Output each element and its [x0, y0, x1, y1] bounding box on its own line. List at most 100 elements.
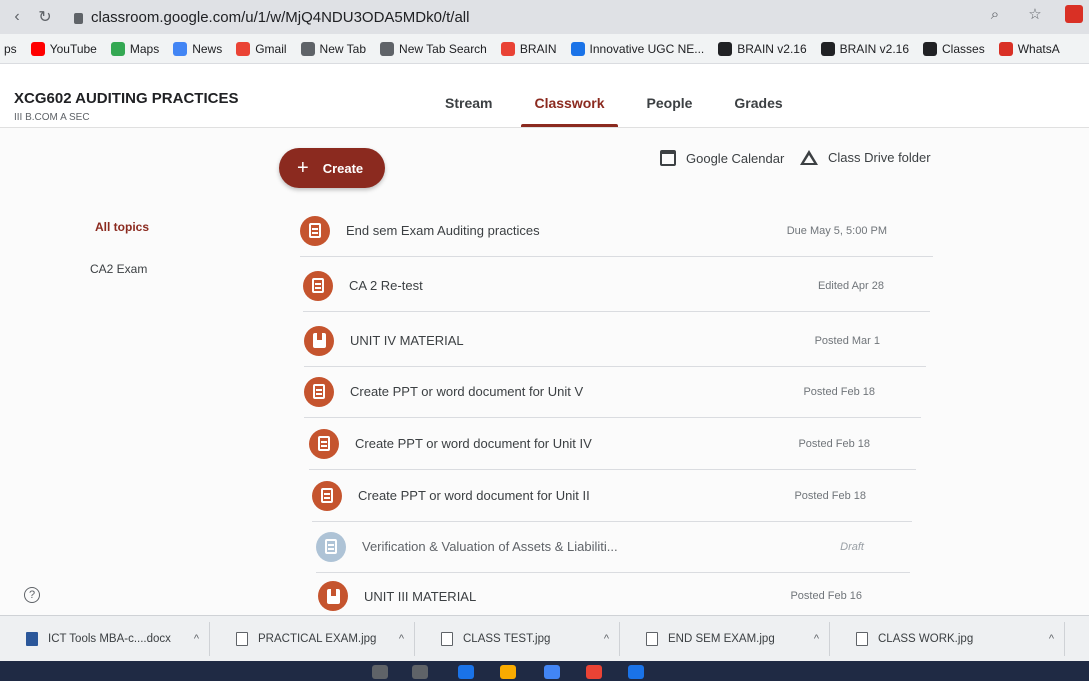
- download-filename: CLASS TEST.jpg: [463, 632, 551, 645]
- taskbar-app-icon[interactable]: [458, 665, 474, 679]
- lock-icon: [74, 12, 83, 24]
- drive-icon: [800, 150, 818, 165]
- bookmark-label: ps: [4, 41, 17, 56]
- item-title: CA 2 Re-test: [349, 278, 423, 293]
- item-title: End sem Exam Auditing practices: [346, 223, 540, 238]
- class-drive-folder-link[interactable]: Class Drive folder: [800, 150, 931, 165]
- bookmark-item[interactable]: YouTube: [30, 41, 97, 56]
- class-drive-label: Class Drive folder: [828, 150, 931, 165]
- classwork-item[interactable]: Create PPT or word document for Unit IV P…: [309, 418, 916, 470]
- download-item[interactable]: CLASS WORK.jpg ^: [830, 621, 1065, 656]
- download-filename: ICT Tools MBA-c....docx: [48, 632, 171, 645]
- draft-status: Draft: [840, 540, 864, 553]
- back-icon[interactable]: ‹: [6, 6, 28, 28]
- help-icon[interactable]: ?: [24, 587, 40, 603]
- taskbar-app-icon[interactable]: [544, 665, 560, 679]
- glyph-shape: [309, 223, 321, 238]
- tab-classwork[interactable]: Classwork: [513, 80, 625, 127]
- word-file-icon: [26, 631, 38, 646]
- bookmark-favicon-icon: [570, 41, 585, 56]
- taskbar-app-icon[interactable]: [586, 665, 602, 679]
- address-bar[interactable]: classroom.google.com/u/1/w/MjQ4NDU3ODA5M…: [74, 9, 469, 26]
- create-button[interactable]: + Create: [279, 148, 385, 188]
- classwork-item[interactable]: CA 2 Re-test Edited Apr 28: [303, 260, 930, 312]
- url-text: classroom.google.com/u/1/w/MjQ4NDU3ODA5M…: [91, 8, 470, 26]
- classroom-header: XCG602 AUDITING PRACTICES III B.COM A SE…: [0, 64, 1089, 128]
- tab-people[interactable]: People: [626, 80, 714, 126]
- extension-icon[interactable]: [1065, 5, 1083, 23]
- classwork-item[interactable]: Verification & Valuation of Assets & Lia…: [316, 521, 910, 573]
- taskbar-app-icon[interactable]: [372, 665, 388, 679]
- bookmark-favicon-icon: [923, 41, 938, 56]
- download-item[interactable]: PRACTICAL EXAM.jpg ^: [210, 621, 415, 656]
- taskbar-app-icon[interactable]: [628, 665, 644, 679]
- course-title[interactable]: XCG602 AUDITING PRACTICES: [14, 90, 238, 107]
- zoom-icon[interactable]: ⌕: [985, 4, 1005, 24]
- taskbar-app-icon[interactable]: [412, 665, 428, 679]
- bookmark-item[interactable]: Innovative UGC NE...: [570, 41, 705, 56]
- bookmark-item[interactable]: ps: [4, 42, 17, 56]
- classwork-item[interactable]: End sem Exam Auditing practices Due May 5…: [300, 205, 933, 257]
- bookmark-item[interactable]: New Tab Search: [380, 41, 487, 56]
- taskbar-app-icon[interactable]: [500, 665, 516, 679]
- bookmark-item[interactable]: WhatsA: [998, 41, 1060, 56]
- topic-ca2-exam[interactable]: CA2 Exam: [90, 262, 147, 276]
- glyph-shape: [313, 384, 325, 399]
- image-file-icon: [236, 631, 248, 646]
- item-title: UNIT III MATERIAL: [364, 588, 477, 604]
- bookmark-item[interactable]: Gmail: [236, 41, 287, 56]
- browser-toolbar: ‹ ↻ classroom.google.com/u/1/w/MjQ4NDU3O…: [0, 0, 1089, 34]
- classwork-item[interactable]: Create PPT or word document for Unit V Po…: [304, 366, 921, 418]
- tab-stream[interactable]: Stream: [424, 80, 513, 126]
- item-title: Create PPT or word document for Unit II: [358, 488, 590, 503]
- download-item[interactable]: CLASS TEST.jpg ^: [415, 621, 620, 656]
- bookmark-favicon-icon: [998, 41, 1013, 56]
- item-date: Posted Feb 18: [794, 489, 866, 502]
- classwork-item[interactable]: Create PPT or word document for Unit II P…: [312, 470, 912, 522]
- item-title: Create PPT or word document for Unit V: [350, 384, 584, 399]
- reload-icon[interactable]: ↻: [34, 6, 56, 28]
- item-title: Create PPT or word document for Unit IV: [355, 436, 592, 451]
- bookmark-label: Classes: [942, 41, 985, 56]
- bookmark-item[interactable]: BRAIN v2.16: [718, 41, 807, 56]
- download-item[interactable]: END SEM EXAM.jpg ^: [620, 621, 830, 656]
- glyph-shape: [312, 333, 326, 348]
- chevron-up-icon[interactable]: ^: [194, 633, 199, 645]
- chevron-up-icon[interactable]: ^: [604, 633, 609, 645]
- chevron-up-icon[interactable]: ^: [814, 633, 819, 645]
- chevron-up-icon[interactable]: ^: [399, 633, 404, 645]
- bookmark-item[interactable]: BRAIN v2.16: [820, 41, 909, 56]
- bookmark-label: Innovative UGC NE...: [589, 41, 705, 56]
- google-calendar-link[interactable]: Google Calendar: [660, 150, 784, 166]
- bookmark-label: New Tab Search: [399, 41, 487, 56]
- assignment-icon: [304, 376, 334, 407]
- bookmark-label: Maps: [129, 41, 160, 56]
- bookmark-item[interactable]: New Tab: [300, 41, 366, 56]
- bookmark-label: YouTube: [49, 41, 97, 56]
- image-file-icon: [441, 631, 453, 646]
- assignment-icon: [316, 531, 346, 562]
- chevron-up-icon[interactable]: ^: [1049, 633, 1054, 645]
- browser-actions: ⌕ ☆: [985, 4, 1083, 24]
- bookmark-item[interactable]: Classes: [923, 41, 985, 56]
- item-date: Posted Mar 1: [814, 334, 880, 347]
- assignment-icon: [303, 270, 333, 301]
- classwork-item[interactable]: UNIT IV MATERIAL Posted Mar 1: [304, 315, 926, 367]
- topic-all-topics[interactable]: All topics: [95, 220, 149, 234]
- download-item[interactable]: ICT Tools MBA-c....docx ^: [0, 621, 210, 656]
- bookmark-item[interactable]: Maps: [110, 41, 160, 56]
- bookmark-item[interactable]: News: [173, 41, 222, 56]
- bookmark-item[interactable]: BRAIN: [500, 41, 557, 56]
- glyph-shape: [325, 539, 337, 554]
- tab-grades[interactable]: Grades: [713, 80, 803, 126]
- bookmark-label: BRAIN v2.16: [737, 41, 807, 56]
- star-icon[interactable]: ☆: [1025, 4, 1045, 24]
- item-date: Posted Feb 16: [790, 590, 862, 602]
- image-file-icon: [646, 631, 658, 646]
- item-title: UNIT IV MATERIAL: [350, 333, 464, 348]
- download-shelf: ICT Tools MBA-c....docx ^ PRACTICAL EXAM.j…: [0, 615, 1089, 661]
- item-date: Posted Feb 18: [803, 385, 875, 398]
- bookmark-favicon-icon: [820, 41, 835, 56]
- image-file-icon: [856, 631, 868, 646]
- bookmark-favicon-icon: [300, 41, 315, 56]
